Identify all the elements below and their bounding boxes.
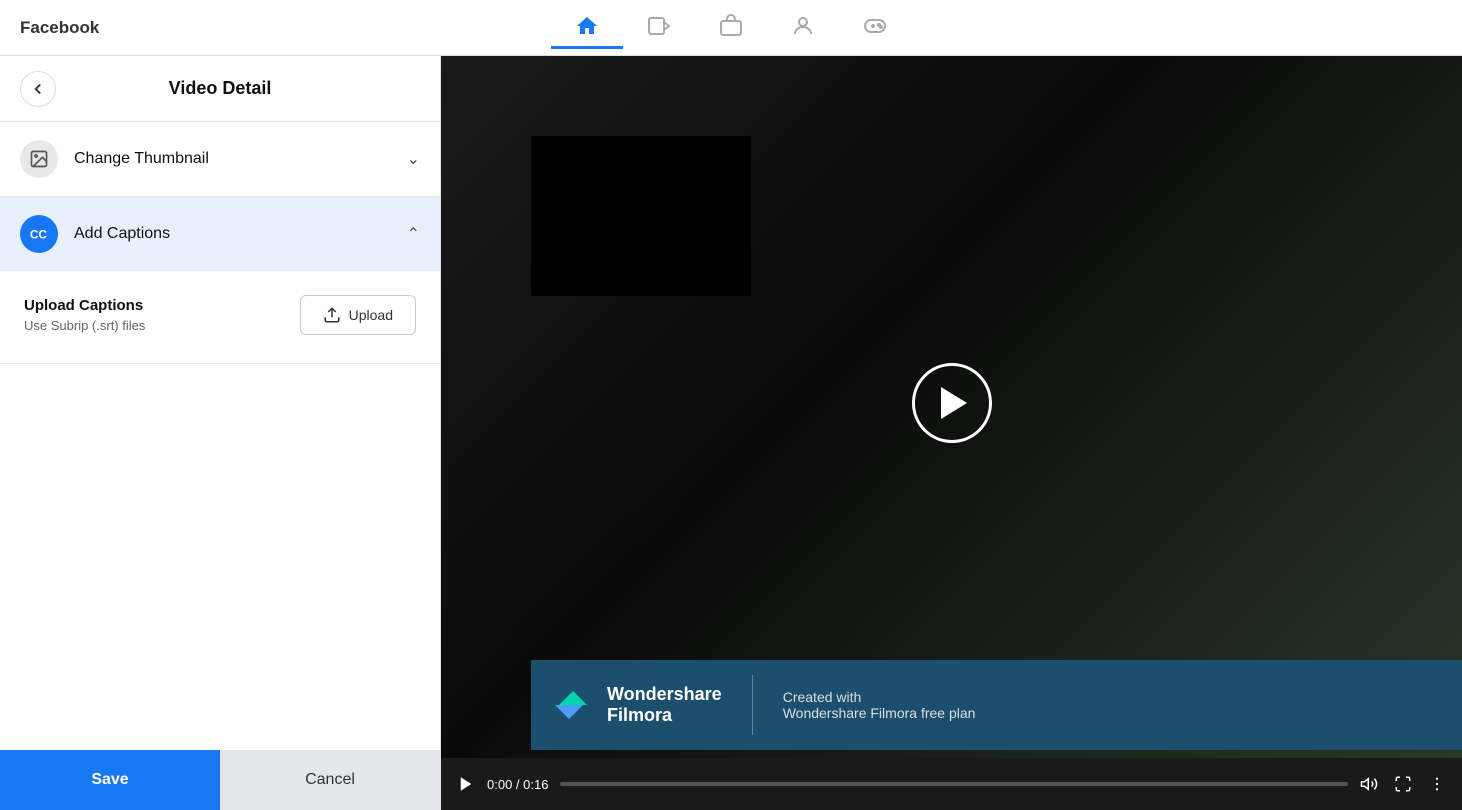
accordion-area: Change Thumbnail ⌄ CC Add Captions ⌃ Upl <box>0 122 440 810</box>
filmora-created: Created with <box>783 689 976 705</box>
filmora-banner: WondershareFilmora Created with Wondersh… <box>531 660 1462 750</box>
filmora-name: WondershareFilmora <box>607 684 722 726</box>
main-content: Video Detail Change Thumbnail ⌄ CC <box>0 56 1462 810</box>
top-nav: Facebook <box>0 0 1462 56</box>
upload-button[interactable]: Upload <box>300 295 416 335</box>
play-icon <box>941 387 967 419</box>
page-header: Video Detail <box>0 56 440 122</box>
time-display: 0:00 / 0:16 <box>487 777 548 792</box>
video-area: WondershareFilmora Created with Wondersh… <box>441 56 1462 810</box>
back-button[interactable] <box>20 71 56 107</box>
change-thumbnail-label: Change Thumbnail <box>74 150 407 168</box>
filmora-diamond-bottom <box>555 705 583 719</box>
change-thumbnail-accordion: Change Thumbnail ⌄ <box>0 122 440 197</box>
nav-icons <box>551 6 911 49</box>
captions-icon: CC <box>20 215 58 253</box>
add-captions-label: Add Captions <box>74 225 407 243</box>
upload-captions-title: Upload Captions <box>24 297 145 314</box>
upload-captions-info: Upload Captions Use Subrip (.srt) files <box>24 297 145 333</box>
filmora-logo <box>555 691 587 719</box>
video-inner: WondershareFilmora Created with Wondersh… <box>441 56 1462 810</box>
volume-icon[interactable] <box>1360 775 1378 793</box>
add-captions-content: Upload Captions Use Subrip (.srt) files … <box>0 271 440 363</box>
more-options-icon[interactable] <box>1428 775 1446 793</box>
thumbnail-chevron: ⌄ <box>407 149 420 169</box>
progress-bar[interactable] <box>560 782 1348 786</box>
play-control-icon[interactable] <box>457 775 475 793</box>
left-panel: Video Detail Change Thumbnail ⌄ CC <box>0 56 441 810</box>
add-captions-accordion: CC Add Captions ⌃ Upload Captions Use Su… <box>0 197 440 364</box>
page-title: Video Detail <box>169 78 272 99</box>
nav-video[interactable] <box>623 6 695 49</box>
filmora-text: WondershareFilmora <box>607 684 722 726</box>
brand-label: Facebook <box>20 18 99 38</box>
upload-btn-label: Upload <box>349 307 393 323</box>
video-controls: 0:00 / 0:16 <box>441 758 1462 810</box>
right-panel: WondershareFilmora Created with Wondersh… <box>441 56 1462 810</box>
filmora-divider <box>752 675 753 735</box>
upload-captions-sub: Use Subrip (.srt) files <box>24 318 145 333</box>
filmora-diamond-top <box>559 691 587 705</box>
filmora-plan: Wondershare Filmora free plan <box>783 705 976 721</box>
nav-profile[interactable] <box>767 6 839 49</box>
bottom-buttons: Save Cancel <box>0 750 440 810</box>
filmora-right: Created with Wondershare Filmora free pl… <box>783 689 976 721</box>
thumbnail-icon <box>20 140 58 178</box>
captions-chevron: ⌃ <box>407 224 420 244</box>
nav-home[interactable] <box>551 6 623 49</box>
cancel-button[interactable]: Cancel <box>220 750 440 810</box>
nav-store[interactable] <box>695 6 767 49</box>
play-button[interactable] <box>912 363 992 443</box>
svg-text:CC: CC <box>30 228 48 242</box>
save-button[interactable]: Save <box>0 750 220 810</box>
upload-row: Upload Captions Use Subrip (.srt) files … <box>24 295 416 335</box>
video-black-region <box>531 136 751 296</box>
fullscreen-icon[interactable] <box>1394 775 1412 793</box>
ctrl-right <box>1360 775 1446 793</box>
add-captions-header[interactable]: CC Add Captions ⌃ <box>0 197 440 271</box>
nav-gaming[interactable] <box>839 6 911 49</box>
change-thumbnail-header[interactable]: Change Thumbnail ⌄ <box>0 122 440 196</box>
